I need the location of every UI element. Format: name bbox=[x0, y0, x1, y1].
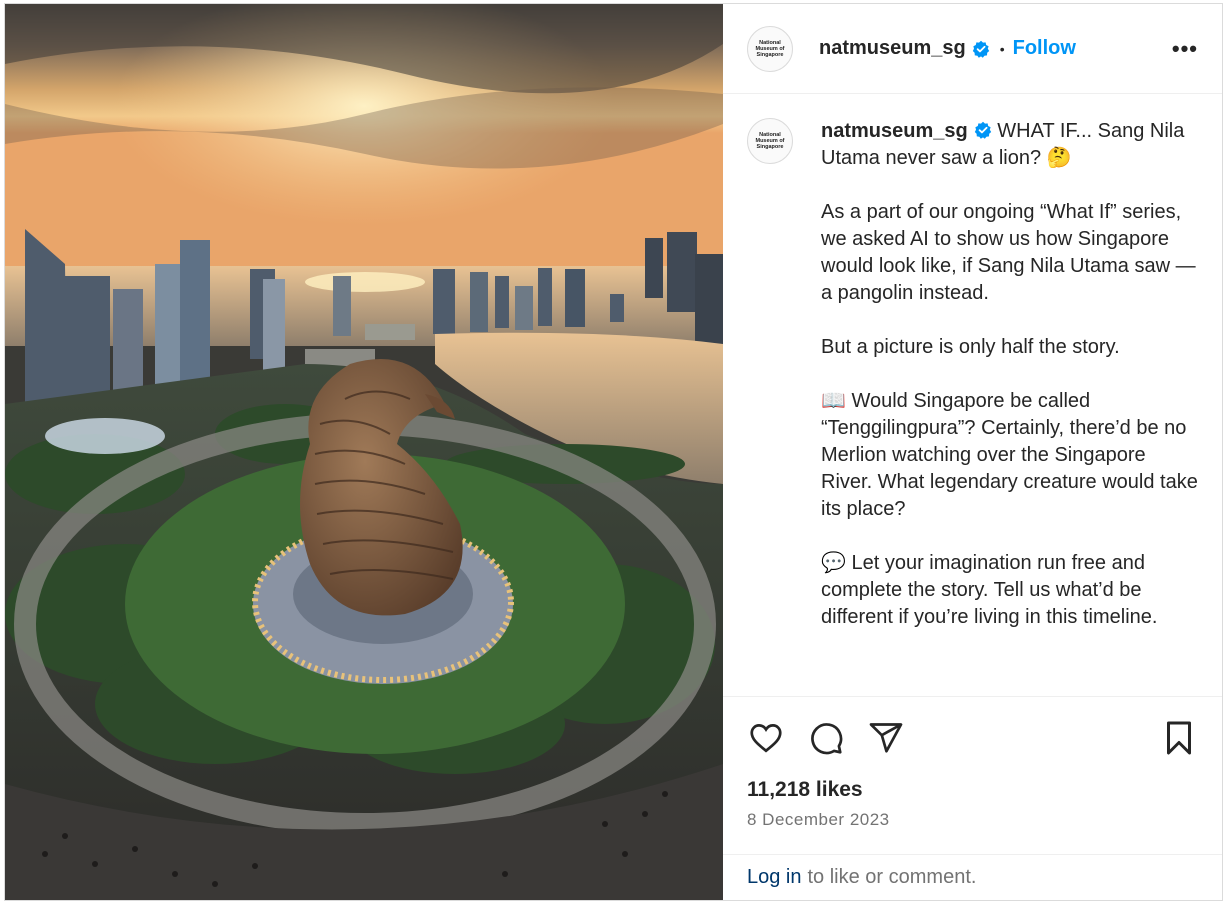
caption-verified-badge-icon bbox=[974, 121, 991, 139]
likes-count[interactable]: 11,218 likes bbox=[723, 778, 1222, 802]
separator-dot: • bbox=[999, 40, 1005, 57]
instagram-post: National Museum of Singapore natmuseum_s… bbox=[4, 3, 1223, 901]
avatar-text: National Museum of Singapore bbox=[755, 39, 785, 58]
caption-avatar[interactable]: National Museum of Singapore bbox=[747, 118, 793, 164]
more-options-button[interactable]: ••• bbox=[1172, 36, 1198, 62]
heart-icon bbox=[750, 723, 782, 752]
post-image[interactable] bbox=[5, 4, 723, 900]
login-prompt: Log in to like or comment. bbox=[723, 854, 1222, 900]
caption-text: natmuseum_sg WHAT IF... Sang Nila Utama … bbox=[821, 118, 1198, 696]
caption-area: National Museum of Singapore natmuseum_s… bbox=[723, 94, 1222, 696]
post-date: 8 December 2023 bbox=[747, 810, 890, 829]
share-button[interactable] bbox=[867, 719, 905, 757]
action-bar bbox=[723, 696, 1222, 778]
login-suffix: to like or comment. bbox=[807, 866, 977, 888]
like-button[interactable] bbox=[747, 719, 785, 757]
caption-body: WHAT IF... Sang Nila Utama never saw a l… bbox=[821, 120, 1198, 628]
comment-button[interactable] bbox=[807, 719, 845, 757]
pangolin-sculpture-image bbox=[5, 4, 723, 900]
caption-avatar-text: National Museum of Singapore bbox=[755, 132, 785, 150]
comment-icon bbox=[811, 722, 843, 754]
post-sidebar: National Museum of Singapore natmuseum_s… bbox=[723, 4, 1222, 900]
login-link[interactable]: Log in bbox=[747, 866, 802, 889]
verified-badge-icon bbox=[972, 40, 989, 58]
bookmark-icon bbox=[1167, 721, 1191, 754]
send-icon bbox=[869, 722, 903, 753]
post-header: National Museum of Singapore natmuseum_s… bbox=[723, 4, 1222, 94]
follow-button[interactable]: Follow bbox=[1013, 37, 1076, 60]
account-username[interactable]: natmuseum_sg bbox=[819, 37, 966, 60]
caption-username[interactable]: natmuseum_sg bbox=[821, 120, 968, 142]
account-avatar[interactable]: National Museum of Singapore bbox=[747, 25, 793, 72]
save-button[interactable] bbox=[1160, 719, 1198, 757]
